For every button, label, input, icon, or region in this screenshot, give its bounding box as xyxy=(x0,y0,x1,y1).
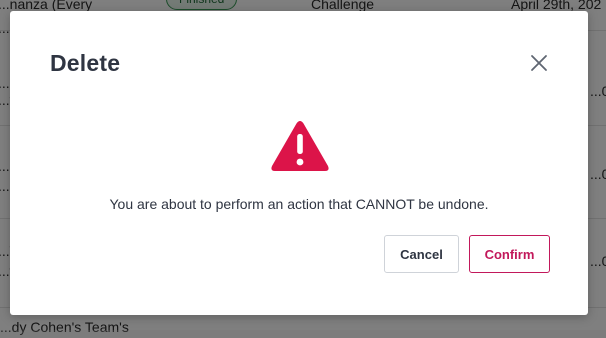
close-icon[interactable] xyxy=(528,52,550,74)
delete-dialog: Delete You are about to perform an actio… xyxy=(10,11,588,315)
cancel-button[interactable]: Cancel xyxy=(384,235,459,273)
dialog-title: Delete xyxy=(50,50,121,76)
confirm-button[interactable]: Confirm xyxy=(469,235,550,273)
dialog-message: You are about to perform an action that … xyxy=(109,196,489,212)
warning-triangle-icon xyxy=(270,120,330,172)
